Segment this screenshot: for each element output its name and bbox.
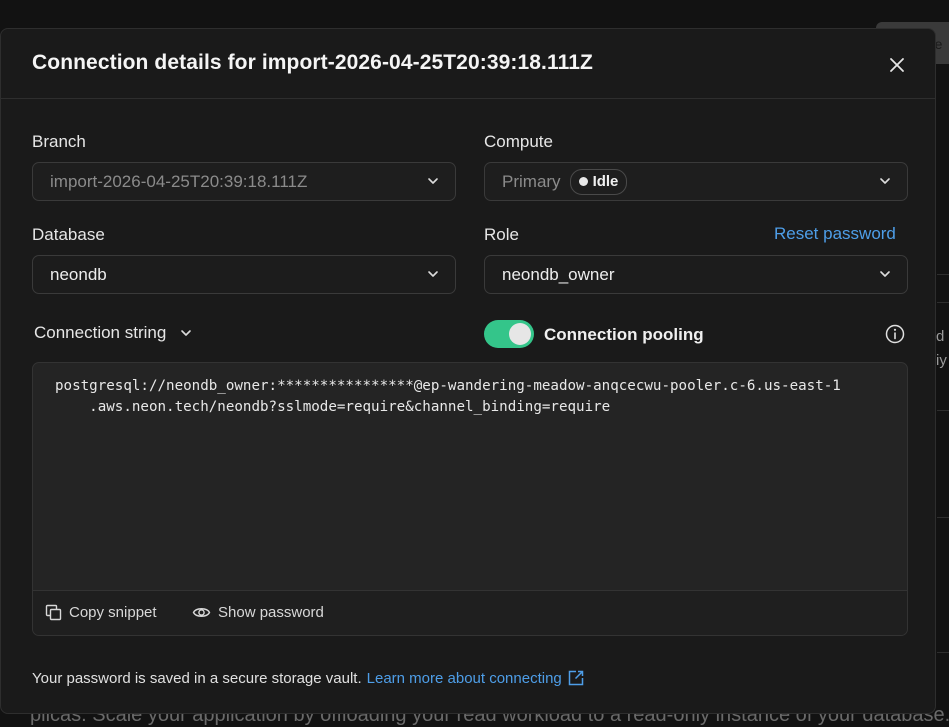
chevron-down-icon <box>428 271 438 277</box>
connection-pooling-toggle[interactable] <box>484 320 534 348</box>
show-password-label: Show password <box>218 604 324 621</box>
connection-string-label: Connection string <box>34 323 167 342</box>
background-side-text: iy <box>936 352 947 369</box>
database-select[interactable]: neondb <box>32 255 456 294</box>
connection-details-modal: Connection details for import-2026-04-25… <box>0 28 936 714</box>
background-divider <box>937 274 949 275</box>
status-text: Idle <box>592 173 619 190</box>
reset-password-link[interactable]: Reset password <box>774 224 896 244</box>
background-divider <box>937 517 949 518</box>
eye-icon <box>192 608 211 617</box>
vault-notice: Your password is saved in a secure stora… <box>32 669 585 687</box>
role-value: neondb_owner <box>502 264 615 284</box>
connection-string-line: .aws.neon.tech/neondb?sslmode=require&ch… <box>55 399 611 415</box>
compute-select[interactable]: Primary Idle <box>484 162 908 201</box>
status-badge: Idle <box>569 168 628 195</box>
branch-label: Branch <box>32 132 86 151</box>
status-dot <box>578 177 588 186</box>
external-link-icon <box>568 670 584 686</box>
background-divider <box>937 410 949 411</box>
role-select[interactable]: neondb_owner <box>484 255 908 294</box>
close-button[interactable] <box>883 51 911 79</box>
background-divider <box>937 652 949 653</box>
branch-select: import-2026-04-25T20:39:18.111Z <box>32 162 456 201</box>
modal-header: Connection details for import-2026-04-25… <box>1 29 935 99</box>
connection-string-text[interactable]: postgresql://neondb_owner:**************… <box>55 376 891 418</box>
background-divider <box>937 302 949 303</box>
modal-title: Connection details for import-2026-04-25… <box>32 51 593 74</box>
chevron-down-icon <box>181 330 192 336</box>
connection-string-dropdown[interactable]: Connection string <box>34 323 192 343</box>
connection-pooling-label: Connection pooling <box>544 325 704 344</box>
connection-string-box[interactable]: postgresql://neondb_owner:**************… <box>32 362 908 636</box>
vault-notice-text: Your password is saved in a secure stora… <box>32 669 362 687</box>
database-label: Database <box>32 225 105 244</box>
branch-value: import-2026-04-25T20:39:18.111Z <box>50 171 308 191</box>
snippet-actions: Copy snippet Show password <box>33 590 907 635</box>
chevron-down-icon <box>880 178 890 184</box>
info-icon[interactable] <box>884 323 906 345</box>
copy-snippet-label: Copy snippet <box>69 604 157 621</box>
connection-string-line: postgresql://neondb_owner:**************… <box>55 378 841 394</box>
close-icon <box>890 58 904 72</box>
compute-label: Compute <box>484 132 553 151</box>
background-side-text: d <box>936 328 945 345</box>
show-password-button[interactable]: Show password <box>192 604 324 621</box>
copy-snippet-button[interactable]: Copy snippet <box>45 604 157 621</box>
database-value: neondb <box>50 264 107 284</box>
learn-more-link[interactable]: Learn more about connecting <box>367 669 585 687</box>
chevron-down-icon <box>428 178 438 184</box>
chevron-down-icon <box>880 271 890 277</box>
compute-value: Primary <box>502 171 561 191</box>
role-label: Role <box>484 225 519 244</box>
learn-more-label: Learn more about connecting <box>366 669 562 687</box>
copy-icon <box>45 604 62 621</box>
toggle-knob <box>509 323 531 345</box>
